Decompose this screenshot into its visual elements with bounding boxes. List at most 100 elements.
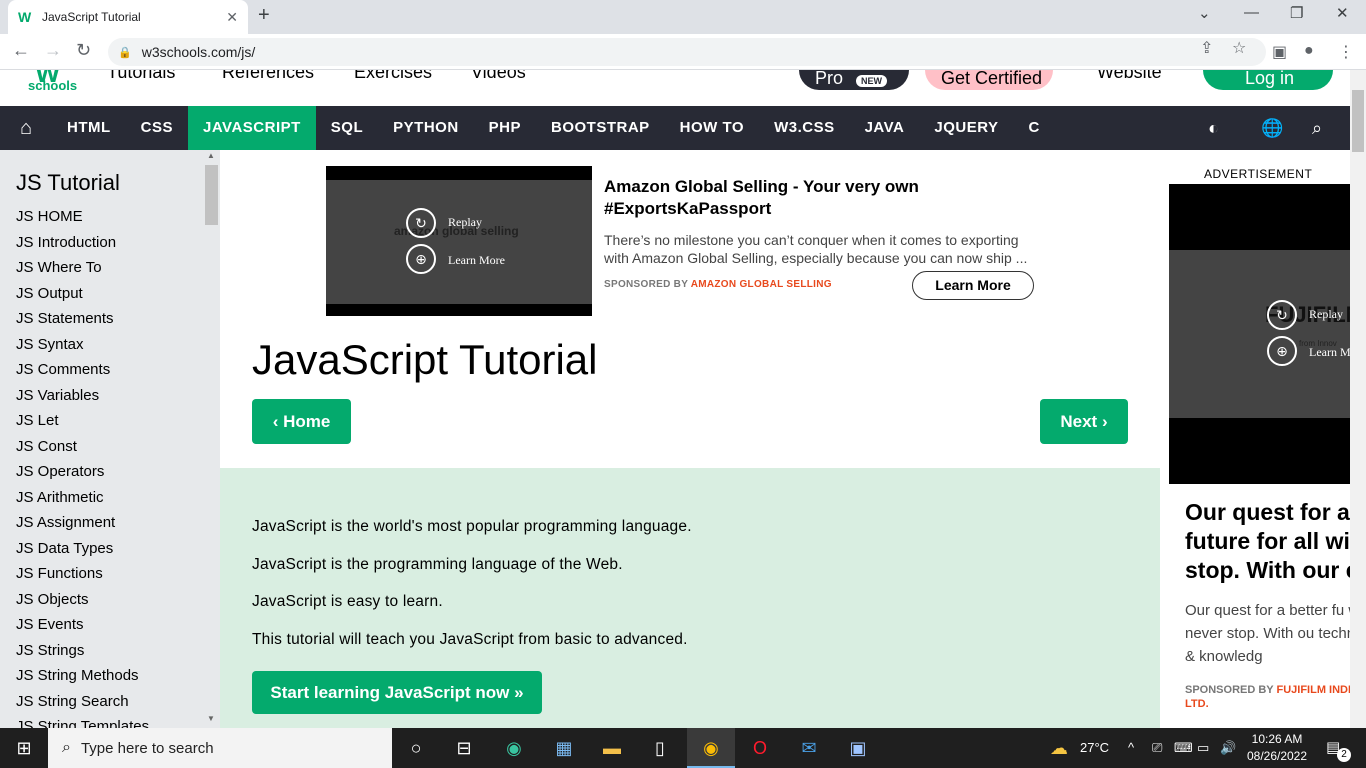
pro-button[interactable]: Pro NEW (799, 70, 909, 90)
lock-icon[interactable]: 🔒 (118, 46, 132, 59)
store-icon[interactable]: ▦ (540, 728, 588, 768)
tab-search-chevron-icon[interactable]: ⌄ (1198, 4, 1211, 22)
photos-app-icon[interactable]: ▣ (834, 728, 882, 768)
header-link-videos[interactable]: Videos (471, 70, 526, 83)
ime-icon[interactable]: ⌨ (1174, 728, 1193, 768)
close-window-icon[interactable]: ✕ (1336, 4, 1349, 22)
replay-label[interactable]: Replay (448, 215, 482, 230)
right-learn-more-label[interactable]: Learn M (1309, 345, 1350, 360)
scroll-down-arrow-icon[interactable]: ▼ (207, 714, 215, 723)
nav-java[interactable]: JAVA (850, 106, 920, 150)
scroll-up-arrow-icon[interactable]: ▲ (207, 151, 215, 160)
sidebar-item-js-output[interactable]: JS Output (0, 281, 220, 307)
sidebar-item-js-syntax[interactable]: JS Syntax (0, 332, 220, 358)
page-scrollbar-thumb[interactable] (1352, 90, 1364, 152)
sidebar-item-js-where-to[interactable]: JS Where To (0, 255, 220, 281)
replay-icon[interactable]: ↻ (1267, 300, 1297, 330)
replay-icon[interactable]: ↻ (406, 208, 436, 238)
sidebar-item-js-events[interactable]: JS Events (0, 612, 220, 638)
weather-icon[interactable]: ☁ (1050, 728, 1068, 768)
sidebar-item-js-arithmetic[interactable]: JS Arithmetic (0, 485, 220, 511)
ad-video-player[interactable]: amazon global selling ↻ Replay ⊕ Learn M… (326, 166, 592, 316)
header-link-tutorials[interactable]: Tutorials (107, 70, 175, 83)
browser-tab[interactable]: W JavaScript Tutorial ✕ (8, 0, 248, 34)
sidebar-item-js-string-methods[interactable]: JS String Methods (0, 663, 220, 689)
sidebar-item-js-assignment[interactable]: JS Assignment (0, 510, 220, 536)
reload-icon[interactable]: ↻ (76, 40, 91, 61)
nav-w3css[interactable]: W3.CSS (759, 106, 850, 150)
close-tab-icon[interactable]: ✕ (226, 9, 238, 26)
mail-icon[interactable]: ✉ (785, 728, 833, 768)
meet-now-icon[interactable]: ⎚ (1152, 728, 1162, 768)
globe-icon[interactable]: ⊕ (1267, 336, 1297, 366)
minimize-icon[interactable]: — (1244, 4, 1259, 21)
dark-mode-icon[interactable]: ◐ (1208, 106, 1219, 150)
sidebar-scrollbar[interactable] (203, 150, 219, 728)
right-replay-label[interactable]: Replay (1309, 307, 1343, 322)
logo-text[interactable]: schools (28, 78, 77, 93)
nav-howto[interactable]: HOW TO (665, 106, 759, 150)
nav-javascript[interactable]: JAVASCRIPT (188, 106, 316, 150)
login-button[interactable]: Log in (1203, 70, 1333, 90)
right-ad-video-player[interactable]: FUJIFILM from Innov ↻ Replay ⊕ Learn M (1169, 184, 1350, 484)
video-learn-more-label[interactable]: Learn More (448, 253, 505, 268)
sidebar-scrollbar-thumb[interactable] (205, 165, 218, 225)
bookmark-star-icon[interactable]: ☆ (1232, 38, 1246, 58)
nav-php[interactable]: PHP (474, 106, 536, 150)
edge-browser-icon[interactable]: ◉ (490, 728, 538, 768)
clock[interactable]: 10:26 AM 08/26/2022 (1244, 731, 1310, 765)
sidebar-item-js-home[interactable]: JS HOME (0, 204, 220, 230)
sidebar-item-js-const[interactable]: JS Const (0, 434, 220, 460)
network-icon[interactable]: ▭ (1197, 728, 1209, 768)
right-ad-headline[interactable]: Our quest for a future for all wi stop. … (1185, 498, 1350, 585)
sidebar-item-js-objects[interactable]: JS Objects (0, 587, 220, 613)
sidebar-item-js-data-types[interactable]: JS Data Types (0, 536, 220, 562)
nav-sql[interactable]: SQL (316, 106, 378, 150)
temperature[interactable]: 27°C (1080, 728, 1109, 768)
globe-icon[interactable]: 🌐 (1261, 106, 1283, 150)
home-prev-button[interactable]: ‹ Home (252, 399, 351, 444)
restore-icon[interactable]: ❐ (1290, 4, 1303, 22)
ad-title[interactable]: Amazon Global Selling - Your very own #E… (604, 176, 1044, 220)
sidebar-item-js-strings[interactable]: JS Strings (0, 638, 220, 664)
page-scrollbar[interactable] (1350, 70, 1366, 728)
windows-start-icon[interactable]: ⊞ (0, 728, 48, 768)
sponsor-name[interactable]: AMAZON GLOBAL SELLING (691, 279, 832, 290)
nav-python[interactable]: PYTHON (378, 106, 474, 150)
widgets-icon[interactable]: ⊟ (440, 728, 488, 768)
home-icon[interactable]: ⌂ (0, 117, 52, 140)
nav-css[interactable]: CSS (126, 106, 188, 150)
nav-c[interactable]: C (1014, 106, 1055, 150)
taskbar-search[interactable]: ⌕ Type here to search (48, 728, 392, 768)
sidebar-item-js-variables[interactable]: JS Variables (0, 383, 220, 409)
nav-html[interactable]: HTML (52, 106, 126, 150)
sidebar-item-js-functions[interactable]: JS Functions (0, 561, 220, 587)
new-tab-icon[interactable]: + (258, 4, 270, 27)
sidebar-item-js-comments[interactable]: JS Comments (0, 357, 220, 383)
sidebar-item-js-string-search[interactable]: JS String Search (0, 689, 220, 715)
menu-kebab-icon[interactable]: ⋮ (1338, 42, 1354, 62)
nav-bootstrap[interactable]: BOOTSTRAP (536, 106, 665, 150)
get-certified-button[interactable]: Get Certified (925, 70, 1053, 90)
sidebar-item-js-statements[interactable]: JS Statements (0, 306, 220, 332)
header-link-exercises[interactable]: Exercises (354, 70, 432, 83)
sidebar-item-js-let[interactable]: JS Let (0, 408, 220, 434)
notifications-icon[interactable]: ▤ (1326, 728, 1340, 768)
profile-avatar-icon[interactable]: ● (1304, 42, 1314, 60)
show-hidden-icons-icon[interactable]: ^ (1128, 728, 1134, 768)
sidebar-item-js-operators[interactable]: JS Operators (0, 459, 220, 485)
sidebar-item-js-string-templates[interactable]: JS String Templates (0, 714, 220, 728)
side-panel-icon[interactable]: ▣ (1272, 42, 1287, 62)
chrome-icon[interactable]: ◉ (687, 728, 735, 768)
address-bar[interactable]: 🔒 w3schools.com/js/ (108, 38, 1266, 66)
task-view-icon[interactable]: ○ (392, 728, 440, 768)
file-explorer-icon[interactable]: ▬ (588, 728, 636, 768)
opera-icon[interactable]: O (736, 728, 784, 768)
volume-icon[interactable]: 🔊 (1220, 728, 1236, 768)
start-learning-button[interactable]: Start learning JavaScript now » (252, 671, 542, 714)
globe-icon[interactable]: ⊕ (406, 244, 436, 274)
nav-jquery[interactable]: JQUERY (919, 106, 1013, 150)
next-button[interactable]: Next › (1040, 399, 1128, 444)
back-icon[interactable]: ← (12, 40, 30, 61)
ad-learn-more-button[interactable]: Learn More (912, 271, 1034, 300)
